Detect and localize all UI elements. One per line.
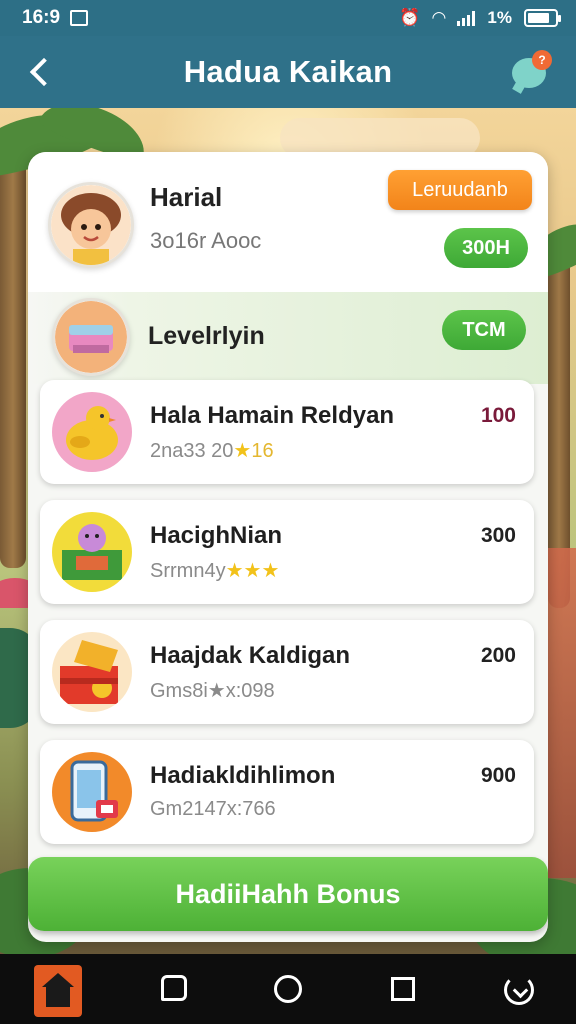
circle-home-icon: [273, 975, 302, 1003]
page-title: Hadua Kaikan: [183, 54, 393, 89]
girl-avatar-icon: [51, 185, 131, 265]
battery-percent: 1%: [487, 8, 512, 27]
reward-panel: Harial 3o16r Aooc Leruudanb 300H Levelrl…: [28, 152, 548, 942]
reward-value: 900: [480, 764, 516, 787]
level-label: Levelrlyin: [148, 322, 265, 350]
reward-subtitle: Gms8i★x:098: [150, 678, 275, 703]
wifi-icon: ◠: [432, 8, 446, 27]
battery-icon: [524, 9, 561, 27]
star-icon: ★★★: [225, 560, 280, 582]
chick-icon: [66, 406, 118, 460]
nav-system-home-button[interactable]: [258, 959, 318, 1019]
nav-home-button[interactable]: [28, 959, 88, 1019]
reward-sub-tail: 16: [251, 440, 274, 462]
monster-box-icon: [62, 524, 122, 580]
status-left: 16:9: [22, 7, 89, 29]
leaderboard-button[interactable]: Leruudanb: [388, 170, 532, 210]
reward-card[interactable]: Hala Hamain Reldyan 2na33 20★16 100: [40, 380, 534, 484]
phone-icon: [70, 760, 118, 822]
level-row: Levelrlyin TCM: [28, 292, 548, 384]
message-icon: [160, 975, 187, 1001]
nav-recents-button[interactable]: [373, 959, 433, 1019]
home-roof: [41, 973, 74, 987]
level-pill[interactable]: TCM: [442, 310, 526, 350]
reward-sub-tail: 766: [242, 798, 276, 820]
reward-value: 100: [480, 404, 516, 427]
reward-title: Hadiakldihlimon: [150, 762, 336, 789]
square-recent-icon: [391, 977, 416, 1001]
level-icon-circle: [52, 298, 130, 376]
reward-subtitle: 2na33 20★16: [150, 438, 274, 463]
back-chevron-icon[interactable]: [24, 52, 58, 92]
nav-refresh-button[interactable]: [488, 959, 548, 1019]
reward-icon-circle: [52, 512, 132, 592]
status-right: ⏰ ◠ 1%: [399, 8, 561, 28]
reward-subtitle: Gm2147x:766: [150, 798, 276, 821]
profile-subtitle: 3o16r Aooc: [150, 228, 262, 253]
gallery-notification-icon: [70, 10, 89, 26]
gift-box-icon: [55, 301, 127, 373]
nav-messages-button[interactable]: [143, 959, 203, 1019]
reward-card[interactable]: Hadiakldihlimon Gm2147x:766 900: [40, 740, 534, 844]
star-icon: ★: [233, 440, 252, 462]
reward-sub-text: Srrmn4y: [150, 560, 226, 582]
refresh-icon: [504, 975, 535, 1005]
bonus-button[interactable]: HadiiHahh Bonus: [28, 857, 548, 931]
profile-name: Harial: [150, 182, 223, 212]
chat-button[interactable]: ?: [510, 50, 554, 94]
chat-badge: ?: [532, 50, 552, 70]
star-icon: ★x:: [207, 680, 242, 702]
status-bar: 16:9 ⏰ ◠ 1%: [0, 0, 576, 36]
reward-icon-circle: [52, 392, 132, 472]
treasure-chest-icon: [60, 640, 118, 704]
reward-sub-tail: 098: [241, 680, 275, 702]
reward-value: 300: [480, 524, 516, 547]
profile-row: Harial 3o16r Aooc Leruudanb 300H: [28, 152, 548, 292]
nav-bar: [0, 954, 576, 1024]
reward-title: HacighNian: [150, 522, 283, 549]
status-time: 16:9: [22, 7, 61, 28]
palm-trunk: [0, 148, 26, 568]
reward-title: Haajdak Kaldigan: [150, 642, 351, 669]
reward-sub-text: Gms8i: [150, 680, 208, 702]
reward-card[interactable]: HacighNian Srrmn4y★★★ 300: [40, 500, 534, 604]
reward-card[interactable]: Haajdak Kaldigan Gms8i★x:098 200: [40, 620, 534, 724]
reward-icon-circle: [52, 632, 132, 712]
signal-icon: [457, 10, 476, 26]
reward-sub-text: 2na33 20: [150, 440, 234, 462]
alarm-icon: ⏰: [399, 8, 421, 27]
reward-title: Hala Hamain Reldyan: [150, 402, 395, 429]
points-pill[interactable]: 300H: [444, 228, 528, 268]
home-body: [45, 987, 70, 1007]
reward-sub-mark: x:: [226, 798, 243, 820]
reward-value: 200: [480, 644, 516, 667]
reward-icon-circle: [52, 752, 132, 832]
app-header: Hadua Kaikan ?: [0, 36, 576, 108]
reward-sub-text: Gm2147: [150, 798, 227, 820]
avatar: [48, 182, 134, 268]
reward-subtitle: Srrmn4y★★★: [150, 558, 279, 583]
